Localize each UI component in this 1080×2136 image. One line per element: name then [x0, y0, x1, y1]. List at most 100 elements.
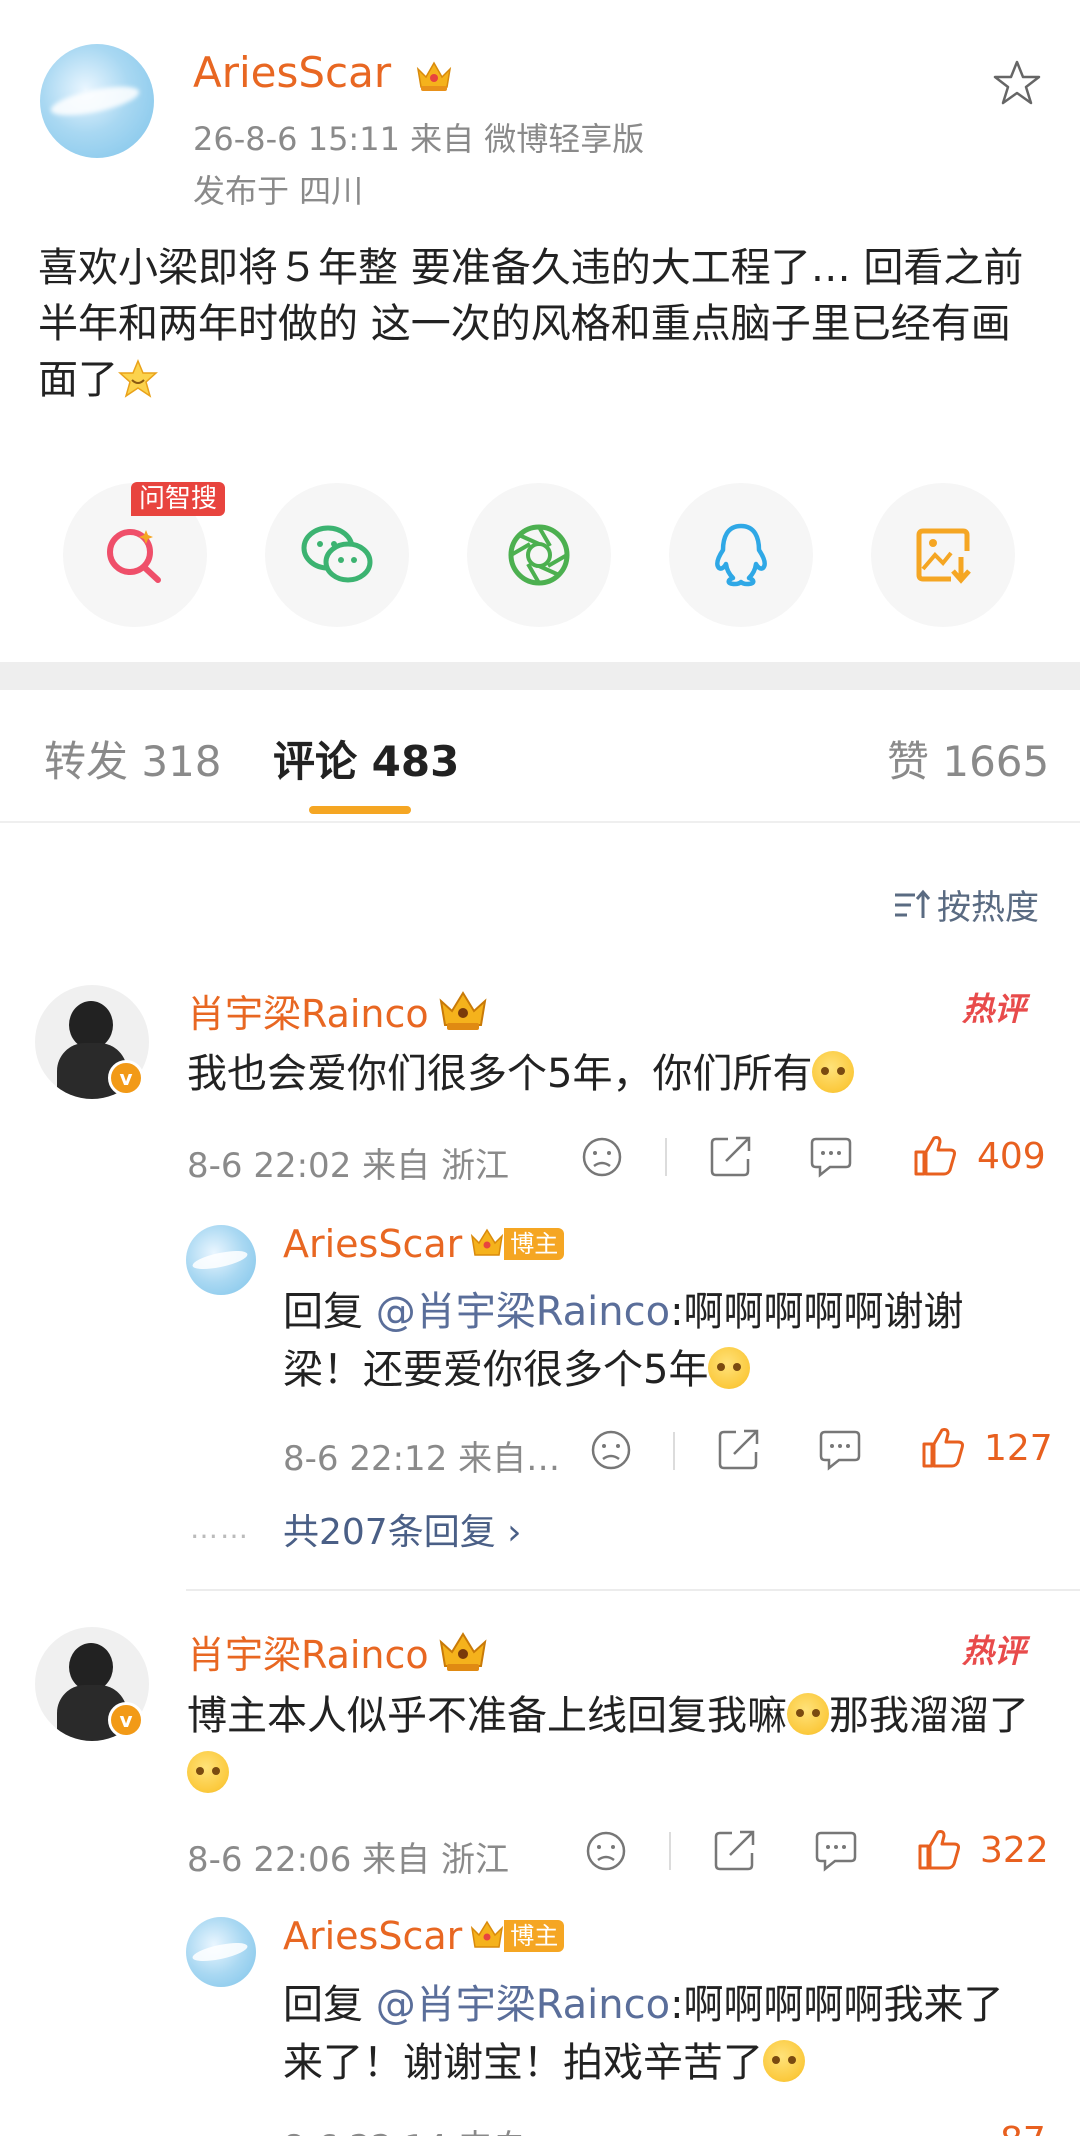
- ai-search-icon: [107, 529, 161, 583]
- emoji-icon: [787, 1693, 829, 1735]
- like-icon[interactable]: [920, 1424, 966, 1470]
- commenter-name-text: 肖宇梁Rainco: [187, 992, 429, 1036]
- action-divider: [665, 1138, 667, 1176]
- verified-badge-icon: v: [108, 1060, 144, 1096]
- blogger-tag-text: 博主: [504, 1920, 565, 1952]
- like-icon[interactable]: [912, 1132, 958, 1178]
- tab-repost[interactable]: 转发 318: [44, 728, 222, 789]
- dislike-icon[interactable]: [589, 1428, 633, 1472]
- reply-text: 回复 @肖宇梁Rainco:啊啊啊啊啊谢谢梁！还要爱你很多个5年: [283, 1283, 1043, 1399]
- like-icon[interactable]: [916, 1826, 962, 1872]
- comment-text: 我也会爱你们很多个5年，你们所有: [187, 1045, 1047, 1103]
- ai-search-badge: 问智搜: [131, 482, 226, 516]
- like-count: 322: [980, 1830, 1049, 1871]
- hot-comment-badge: 热评: [962, 1632, 1027, 1670]
- tab-comments-count: 483: [371, 737, 460, 786]
- favorite-star-icon[interactable]: [992, 58, 1042, 108]
- like-count: 127: [984, 1428, 1053, 1469]
- section-separator: [0, 662, 1080, 690]
- author-avatar[interactable]: [40, 44, 154, 158]
- reply-avatar[interactable]: [186, 1917, 256, 1987]
- moments-share-button[interactable]: [467, 483, 611, 627]
- action-divider: [673, 1432, 675, 1470]
- hot-comment-badge: 热评: [962, 990, 1027, 1028]
- comment-text: 博主本人似乎不准备上线回复我嘛 那我溜溜了: [187, 1687, 1047, 1803]
- sort-button[interactable]: 按热度: [893, 880, 1039, 929]
- comment-meta: 8-6 22:06 来自 浙江: [187, 1832, 509, 1881]
- qq-share-button[interactable]: [669, 483, 813, 627]
- blogger-badge: 博主: [470, 1226, 565, 1262]
- crown-icon: [471, 1228, 504, 1256]
- dislike-icon[interactable]: [584, 1829, 628, 1873]
- crown-icon: [439, 1631, 487, 1671]
- post-meta: 26-8-6 15:11 来自 微博轻享版: [193, 120, 645, 158]
- save-image-button[interactable]: [871, 483, 1015, 627]
- moments-icon: [508, 524, 570, 586]
- reply-author-text: AriesScar: [283, 1222, 463, 1266]
- author-name[interactable]: AriesScar: [193, 48, 453, 97]
- tab-likes[interactable]: 赞 1665: [887, 728, 1049, 789]
- reply-time: 8-6 22:12: [283, 1439, 448, 1479]
- post-text: 喜欢小梁即将５年整 要准备久违的大工程了… 回看之前半年和两年时做的 这一次的风…: [38, 240, 1048, 408]
- crown-icon: [439, 990, 487, 1030]
- share-icon[interactable]: [708, 1133, 754, 1179]
- emoji-icon: [708, 1347, 751, 1389]
- reply-mention-link[interactable]: @肖宇梁Rainco: [376, 1289, 670, 1335]
- verified-badge-icon: v: [108, 1702, 144, 1738]
- reply-meta: 8-6 22:12 来自…: [283, 1431, 560, 1480]
- post-location: 发布于 四川: [193, 172, 364, 210]
- commenter-name[interactable]: 肖宇梁Rainco: [187, 1624, 489, 1679]
- share-icon[interactable]: [712, 1827, 758, 1873]
- reply-author-name[interactable]: AriesScar 博主: [283, 1914, 565, 1958]
- post-text-content: 喜欢小梁即将５年整 要准备久违的大工程了… 回看之前半年和两年时做的 这一次的风…: [38, 245, 1024, 403]
- tab-divider: [0, 821, 1080, 823]
- wechat-icon: [301, 525, 373, 583]
- sort-icon: [895, 889, 931, 918]
- tab-comments-label: 评论: [273, 737, 358, 786]
- comment-icon[interactable]: [813, 1829, 859, 1873]
- dislike-icon[interactable]: [580, 1135, 624, 1179]
- comment-divider: [186, 1589, 1080, 1591]
- reply-source: 来自: [458, 2128, 526, 2136]
- commenter-name-text: 肖宇梁Rainco: [187, 1633, 429, 1677]
- comment-meta: 8-6 22:02 来自 浙江: [187, 1138, 509, 1187]
- comment-source: 来自 浙江: [362, 1840, 509, 1880]
- active-tab-indicator: [309, 806, 411, 814]
- share-icon[interactable]: [716, 1426, 762, 1472]
- emoji-icon: [187, 1751, 229, 1793]
- reply-mention-link[interactable]: @肖宇梁Rainco: [376, 1982, 670, 2028]
- comment-source: 来自 浙江: [362, 1146, 509, 1186]
- commenter-name[interactable]: 肖宇梁Rainco: [187, 983, 489, 1038]
- like-count: 409: [977, 1136, 1046, 1177]
- wechat-share-button[interactable]: [265, 483, 409, 627]
- sort-label: 按热度: [937, 888, 1039, 928]
- reply-source: 来自…: [458, 1439, 561, 1479]
- tab-comments[interactable]: 评论 483: [273, 728, 459, 789]
- comment-icon[interactable]: [817, 1428, 863, 1472]
- crown-icon: [471, 1920, 504, 1948]
- comment-icon[interactable]: [808, 1135, 854, 1179]
- reply-meta: 8-6 22:14 来自: [283, 2120, 526, 2136]
- reply-author-text: AriesScar: [283, 1914, 463, 1958]
- reply-text: 回复 @肖宇梁Rainco:啊啊啊啊啊我来了来了！谢谢宝！拍戏辛苦了: [283, 1976, 1043, 2092]
- author-name-text[interactable]: AriesScar: [193, 48, 391, 97]
- emoji-icon: [812, 1051, 855, 1093]
- reply-avatar[interactable]: [186, 1225, 256, 1295]
- comment-text-content-2: 那我溜溜了: [829, 1693, 1029, 1739]
- reply-author-name[interactable]: AriesScar 博主: [283, 1222, 565, 1266]
- crown-icon: [416, 60, 451, 91]
- comment-text-content: 博主本人似乎不准备上线回复我嘛: [187, 1693, 787, 1739]
- blogger-badge: 博主: [470, 1918, 565, 1954]
- star-emoji-icon: [118, 359, 158, 398]
- blogger-tag-text: 博主: [504, 1228, 565, 1260]
- like-count: 87: [1000, 2120, 1046, 2136]
- reply-time: 8-6 22:14: [283, 2128, 447, 2136]
- reply-prefix: 回复: [283, 1982, 376, 2028]
- more-replies-link[interactable]: 共207条回复 ›: [283, 1503, 522, 1555]
- comment-text-content: 我也会爱你们很多个5年，你们所有: [187, 1051, 813, 1097]
- save-image-icon: [916, 528, 971, 584]
- more-replies-dots: ……: [190, 1512, 250, 1545]
- reply-prefix: 回复: [283, 1289, 376, 1335]
- action-divider: [669, 1832, 671, 1870]
- comment-time: 8-6 22:06: [187, 1840, 352, 1880]
